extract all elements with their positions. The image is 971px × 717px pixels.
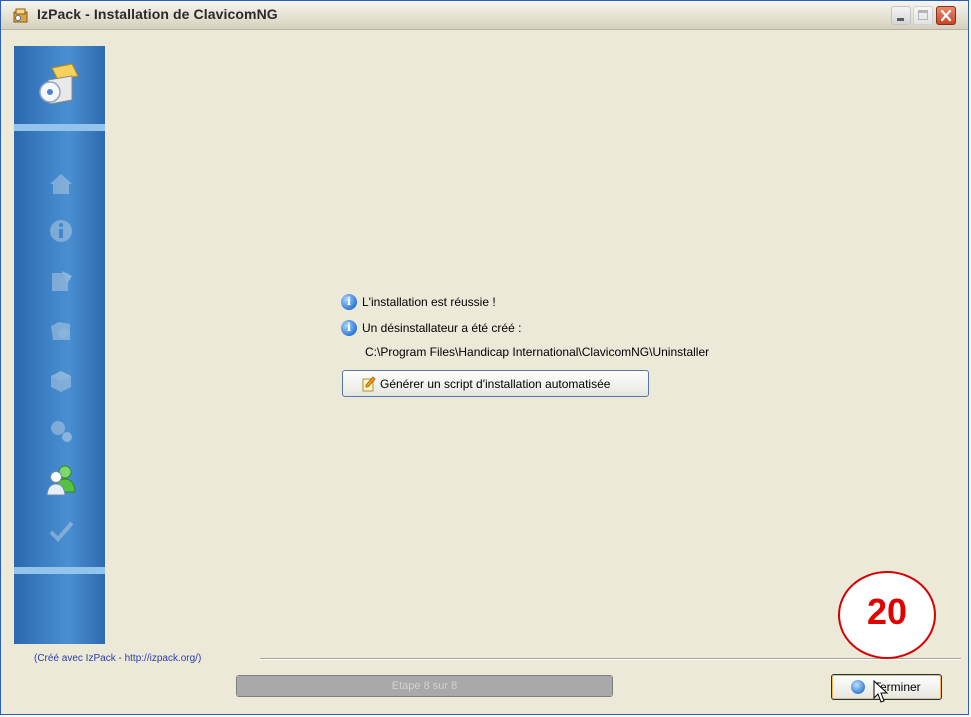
close-icon	[940, 9, 952, 22]
progress-text: Etape 8 sur 8	[391, 680, 458, 692]
maximize-button	[913, 6, 933, 25]
steps-sidebar	[14, 46, 105, 644]
generate-script-label: Générer un script d'installation automat…	[380, 377, 611, 391]
uninstaller-path: C:\Program Files\Handicap International\…	[365, 345, 710, 359]
progress-bar: Etape 8 sur 8	[236, 675, 613, 697]
license-icon	[52, 271, 72, 291]
footer-separator	[260, 658, 961, 660]
uninstaller-message: Un désinstallateur a été créé :	[362, 321, 522, 335]
mouse-cursor-icon	[873, 680, 889, 703]
script-icon	[362, 376, 376, 392]
users-icon	[46, 465, 76, 496]
app-icon	[13, 8, 28, 23]
info-icon	[341, 294, 357, 310]
finish-check-icon	[851, 680, 865, 694]
gears-icon	[51, 421, 72, 442]
step-annotation-circle: 20	[838, 571, 936, 659]
packages-icon	[51, 371, 71, 392]
info-icon	[50, 220, 72, 242]
window-title: IzPack - Installation de ClavicomNG	[37, 6, 278, 22]
step-annotation-number: 20	[866, 591, 908, 632]
home-icon	[50, 174, 72, 194]
generate-script-button[interactable]: Générer un script d'installation automat…	[342, 370, 649, 397]
target-folder-icon	[51, 322, 70, 340]
sidebar-divider	[14, 567, 105, 574]
checkmark-icon	[49, 521, 74, 542]
close-button[interactable]	[936, 6, 956, 25]
title-bar[interactable]: IzPack - Installation de ClavicomNG	[1, 1, 968, 30]
success-message: L'installation est réussie !	[362, 295, 496, 309]
sidebar-divider	[14, 124, 105, 131]
izpack-credit: (Créé avec IzPack - http://izpack.org/)	[34, 653, 202, 664]
minimize-button[interactable]	[891, 6, 911, 25]
installer-window: IzPack - Installation de ClavicomNG i L'…	[0, 0, 969, 715]
info-icon	[341, 320, 357, 336]
installer-box-icon	[39, 63, 79, 105]
